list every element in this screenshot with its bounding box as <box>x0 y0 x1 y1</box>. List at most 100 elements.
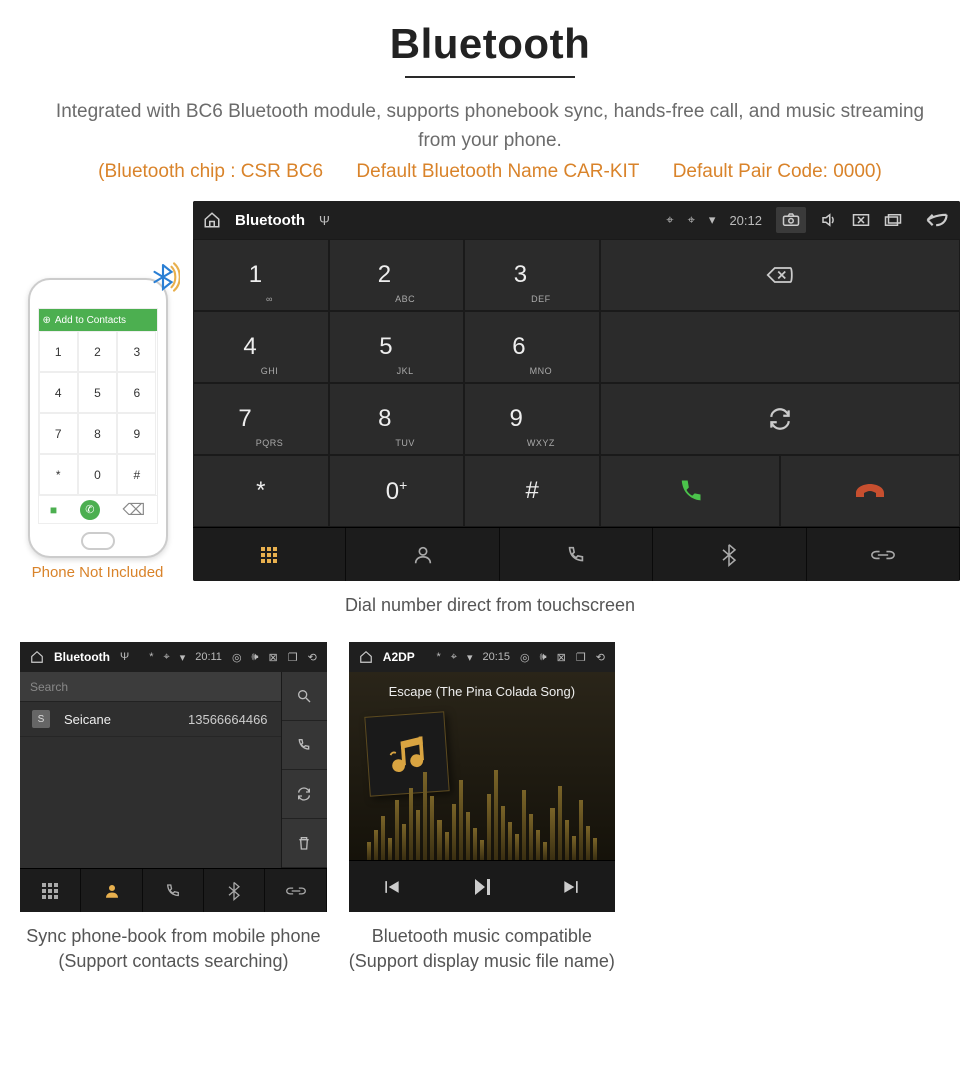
phone-key: 1 <box>39 331 78 372</box>
title-underline <box>405 76 575 78</box>
phone-keypad: 123456789*0# <box>39 331 157 495</box>
tab-pair[interactable] <box>807 528 960 581</box>
call-button[interactable] <box>600 455 780 527</box>
back-icon[interactable] <box>924 211 950 229</box>
dial-key-1[interactable]: 1∞ <box>193 239 329 311</box>
spec-code: Default Pair Code: 0000) <box>673 161 882 182</box>
bluetooth-icon: ⌖ <box>666 212 673 228</box>
contact-name: Seicane <box>64 712 174 727</box>
dial-key-7[interactable]: 7PQRS <box>193 383 329 455</box>
recent-apps-icon[interactable] <box>884 213 902 227</box>
call-icon: ✆ <box>80 500 100 520</box>
app-title: Bluetooth <box>54 650 110 664</box>
tab-contacts[interactable] <box>81 869 142 912</box>
wifi-icon: ▾ <box>180 651 186 664</box>
volume-icon[interactable]: 🕪 <box>252 651 259 664</box>
music-panel: A2DP * ⌖ ▾ 20:15 ◎ 🕪 ⊠ ❐ ⟲ Escape (The P… <box>349 642 615 912</box>
page-title: Bluetooth <box>10 20 970 68</box>
tab-bluetooth[interactable] <box>204 869 265 912</box>
phone-illustration: ⊕ Add to Contacts 123456789*0# ■ ✆ ⌫ <box>28 278 168 558</box>
dial-key-0[interactable]: 0+ <box>329 455 465 527</box>
dialer-caption: Dial number direct from touchscreen <box>10 593 970 618</box>
phone-key: 5 <box>78 372 117 413</box>
phone-key: 6 <box>117 372 156 413</box>
redial-button[interactable] <box>600 383 960 455</box>
play-pause-button[interactable] <box>470 875 494 899</box>
phone-add-contact-bar: ⊕ Add to Contacts <box>39 309 157 331</box>
phone-key: 4 <box>39 372 78 413</box>
home-icon[interactable] <box>359 650 373 664</box>
dial-key-#[interactable]: # <box>464 455 600 527</box>
dial-key-5[interactable]: 5JKL <box>329 311 465 383</box>
volume-icon[interactable]: 🕪 <box>540 651 547 664</box>
hangup-button[interactable] <box>780 455 960 527</box>
contact-initial: S <box>32 710 50 728</box>
back-icon[interactable]: ⟲ <box>308 651 317 664</box>
contact-row[interactable]: S Seicane 13566664466 <box>20 702 281 737</box>
page-description: Integrated with BC6 Bluetooth module, su… <box>10 98 970 155</box>
camera-icon[interactable]: ◎ <box>232 651 242 664</box>
plus-icon: ⊕ <box>43 315 51 326</box>
home-icon[interactable] <box>203 211 221 229</box>
location-icon: ⌖ <box>451 651 457 664</box>
music-caption: Bluetooth music compatible (Support disp… <box>349 924 615 974</box>
recent-apps-icon[interactable]: ❐ <box>288 651 298 664</box>
recent-apps-icon[interactable]: ❐ <box>576 651 586 664</box>
keypad-icon <box>42 883 58 899</box>
prev-track-button[interactable] <box>382 877 402 897</box>
search-input[interactable]: Search <box>20 672 281 702</box>
phone-key: 8 <box>78 413 117 454</box>
spec-chip: (Bluetooth chip : CSR BC6 <box>98 161 323 182</box>
close-app-icon[interactable]: ⊠ <box>557 651 566 664</box>
close-app-icon[interactable] <box>852 213 870 227</box>
phone-key: 2 <box>78 331 117 372</box>
tab-keypad[interactable] <box>193 528 346 581</box>
keypad-icon <box>261 547 277 563</box>
app-title: Bluetooth <box>235 212 305 229</box>
phone-home-button <box>81 532 115 550</box>
phone-key: 9 <box>117 413 156 454</box>
tab-bluetooth[interactable] <box>653 528 806 581</box>
dial-key-2[interactable]: 2ABC <box>329 239 465 311</box>
phone-note: Phone Not Included <box>20 564 175 581</box>
next-track-button[interactable] <box>561 877 581 897</box>
spec-line: (Bluetooth chip : CSR BC6 Default Blueto… <box>10 161 970 183</box>
usb-icon: Ψ <box>319 213 330 228</box>
home-icon[interactable] <box>30 650 44 664</box>
tab-pair[interactable] <box>265 869 326 912</box>
dial-key-4[interactable]: 4GHI <box>193 311 329 383</box>
status-time: 20:12 <box>729 213 762 228</box>
spec-name: Default Bluetooth Name CAR-KIT <box>356 161 639 182</box>
contacts-caption: Sync phone-book from mobile phone (Suppo… <box>20 924 327 974</box>
backspace-button[interactable] <box>600 239 960 311</box>
camera-icon[interactable] <box>776 207 806 233</box>
wifi-icon: ▾ <box>709 212 716 228</box>
dial-key-*[interactable]: * <box>193 455 329 527</box>
back-icon[interactable]: ⟲ <box>596 651 605 664</box>
spacer <box>600 311 960 383</box>
tab-contacts[interactable] <box>346 528 499 581</box>
close-app-icon[interactable]: ⊠ <box>268 651 277 664</box>
side-search-icon[interactable] <box>282 672 327 721</box>
camera-icon[interactable]: ◎ <box>520 651 530 664</box>
dial-key-8[interactable]: 8TUV <box>329 383 465 455</box>
dial-key-6[interactable]: 6MNO <box>464 311 600 383</box>
tab-recents[interactable] <box>143 869 204 912</box>
phone-key: 7 <box>39 413 78 454</box>
add-contact-label: Add to Contacts <box>55 315 126 326</box>
location-icon: ⌖ <box>688 212 695 228</box>
dial-key-3[interactable]: 3DEF <box>464 239 600 311</box>
phone-key: 0 <box>78 454 117 495</box>
bluetooth-icon: * <box>437 651 441 663</box>
status-time: 20:11 <box>195 651 222 663</box>
usb-icon: Ψ <box>120 651 129 663</box>
backspace-icon: ⌫ <box>123 500 146 520</box>
tab-keypad[interactable] <box>20 869 81 912</box>
side-delete-icon[interactable] <box>282 819 327 868</box>
tab-recents[interactable] <box>500 528 653 581</box>
song-title: Escape (The Pina Colada Song) <box>349 672 615 711</box>
side-call-icon[interactable] <box>282 721 327 770</box>
volume-icon[interactable] <box>820 211 838 229</box>
dial-key-9[interactable]: 9WXYZ <box>464 383 600 455</box>
side-sync-icon[interactable] <box>282 770 327 819</box>
